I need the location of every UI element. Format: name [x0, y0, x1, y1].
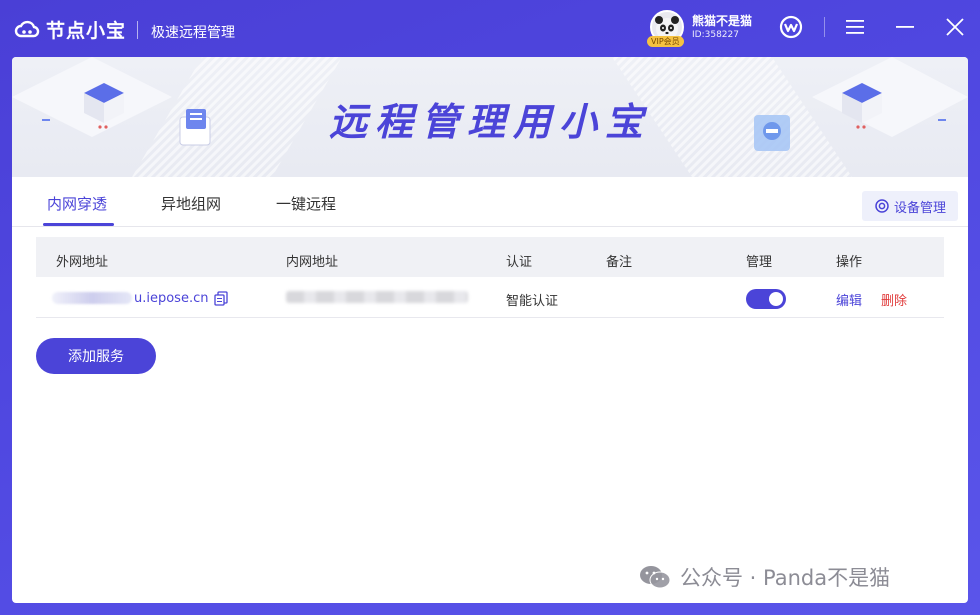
- header-internal-address: 内网地址: [286, 255, 339, 270]
- service-toggle[interactable]: [746, 289, 786, 309]
- header-auth: 认证: [506, 255, 533, 270]
- header-external-address: 外网地址: [56, 255, 109, 270]
- wechat-icon: [640, 566, 671, 589]
- table-header: 外网地址 内网地址 认证 备注 管理 操作: [36, 237, 944, 277]
- edit-button[interactable]: 编辑: [836, 290, 862, 309]
- user-name: 熊猫不是猫: [692, 14, 753, 28]
- tab-intranet-penetration[interactable]: 内网穿透: [47, 193, 107, 214]
- device-gear-icon: [875, 199, 889, 213]
- banner: 远程管理用小宝: [12, 57, 968, 177]
- cloud-logo-icon: [14, 20, 40, 37]
- main-panel: 远程管理用小宝 内网穿透 异地组网 一键远程 设备管理 外网地址 内网地址 认证…: [12, 57, 968, 603]
- device-management-button[interactable]: 设备管理: [862, 191, 958, 221]
- header-manage: 管理: [746, 255, 773, 270]
- tab-one-click-remote[interactable]: 一键远程: [276, 193, 336, 214]
- auth-value: 智能认证: [506, 294, 559, 309]
- minimize-icon[interactable]: [893, 15, 917, 39]
- user-id: ID:358227: [692, 30, 739, 40]
- header-note: 备注: [606, 255, 633, 270]
- table-row: u.iepose.cn 智能认证 编辑 删除: [36, 277, 944, 318]
- banner-title: 远程管理用小宝: [328, 100, 651, 144]
- vip-badge: VIP会员: [647, 36, 684, 47]
- tab-remote-networking[interactable]: 异地组网: [161, 193, 221, 214]
- service-table: 外网地址 内网地址 认证 备注 管理 操作 u.iepose.cn 智能认证 编…: [36, 237, 944, 318]
- redacted-text: [52, 292, 132, 304]
- close-icon[interactable]: [943, 15, 967, 39]
- external-address[interactable]: u.iepose.cn: [52, 290, 229, 306]
- title-bar: 节点小宝 极速远程管理 熊猫不是猫 ID:358227 VIP会员: [0, 0, 980, 57]
- app-name: 节点小宝: [46, 20, 127, 42]
- menu-icon[interactable]: [843, 15, 867, 39]
- copy-icon[interactable]: [213, 290, 229, 306]
- redacted-internal-address: [286, 291, 468, 303]
- external-address-text: u.iepose.cn: [134, 290, 209, 306]
- delete-button[interactable]: 删除: [881, 290, 907, 309]
- web-logo-icon[interactable]: [779, 15, 803, 39]
- tab-bar: 内网穿透 异地组网 一键远程 设备管理: [12, 177, 968, 227]
- user-info: 熊猫不是猫 ID:358227: [692, 13, 752, 41]
- app-subtitle: 极速远程管理: [151, 25, 235, 41]
- add-service-button[interactable]: 添加服务: [36, 338, 156, 374]
- watermark-text: 公众号 · Panda不是猫: [680, 566, 891, 590]
- active-tab-indicator: [43, 223, 114, 226]
- watermark: 公众号 · Panda不是猫: [638, 562, 890, 592]
- toolbar-separator: [824, 17, 825, 37]
- device-management-label: 设备管理: [893, 200, 946, 216]
- app-logo: 节点小宝: [14, 16, 126, 43]
- title-divider: [137, 21, 138, 39]
- header-actions: 操作: [836, 255, 863, 270]
